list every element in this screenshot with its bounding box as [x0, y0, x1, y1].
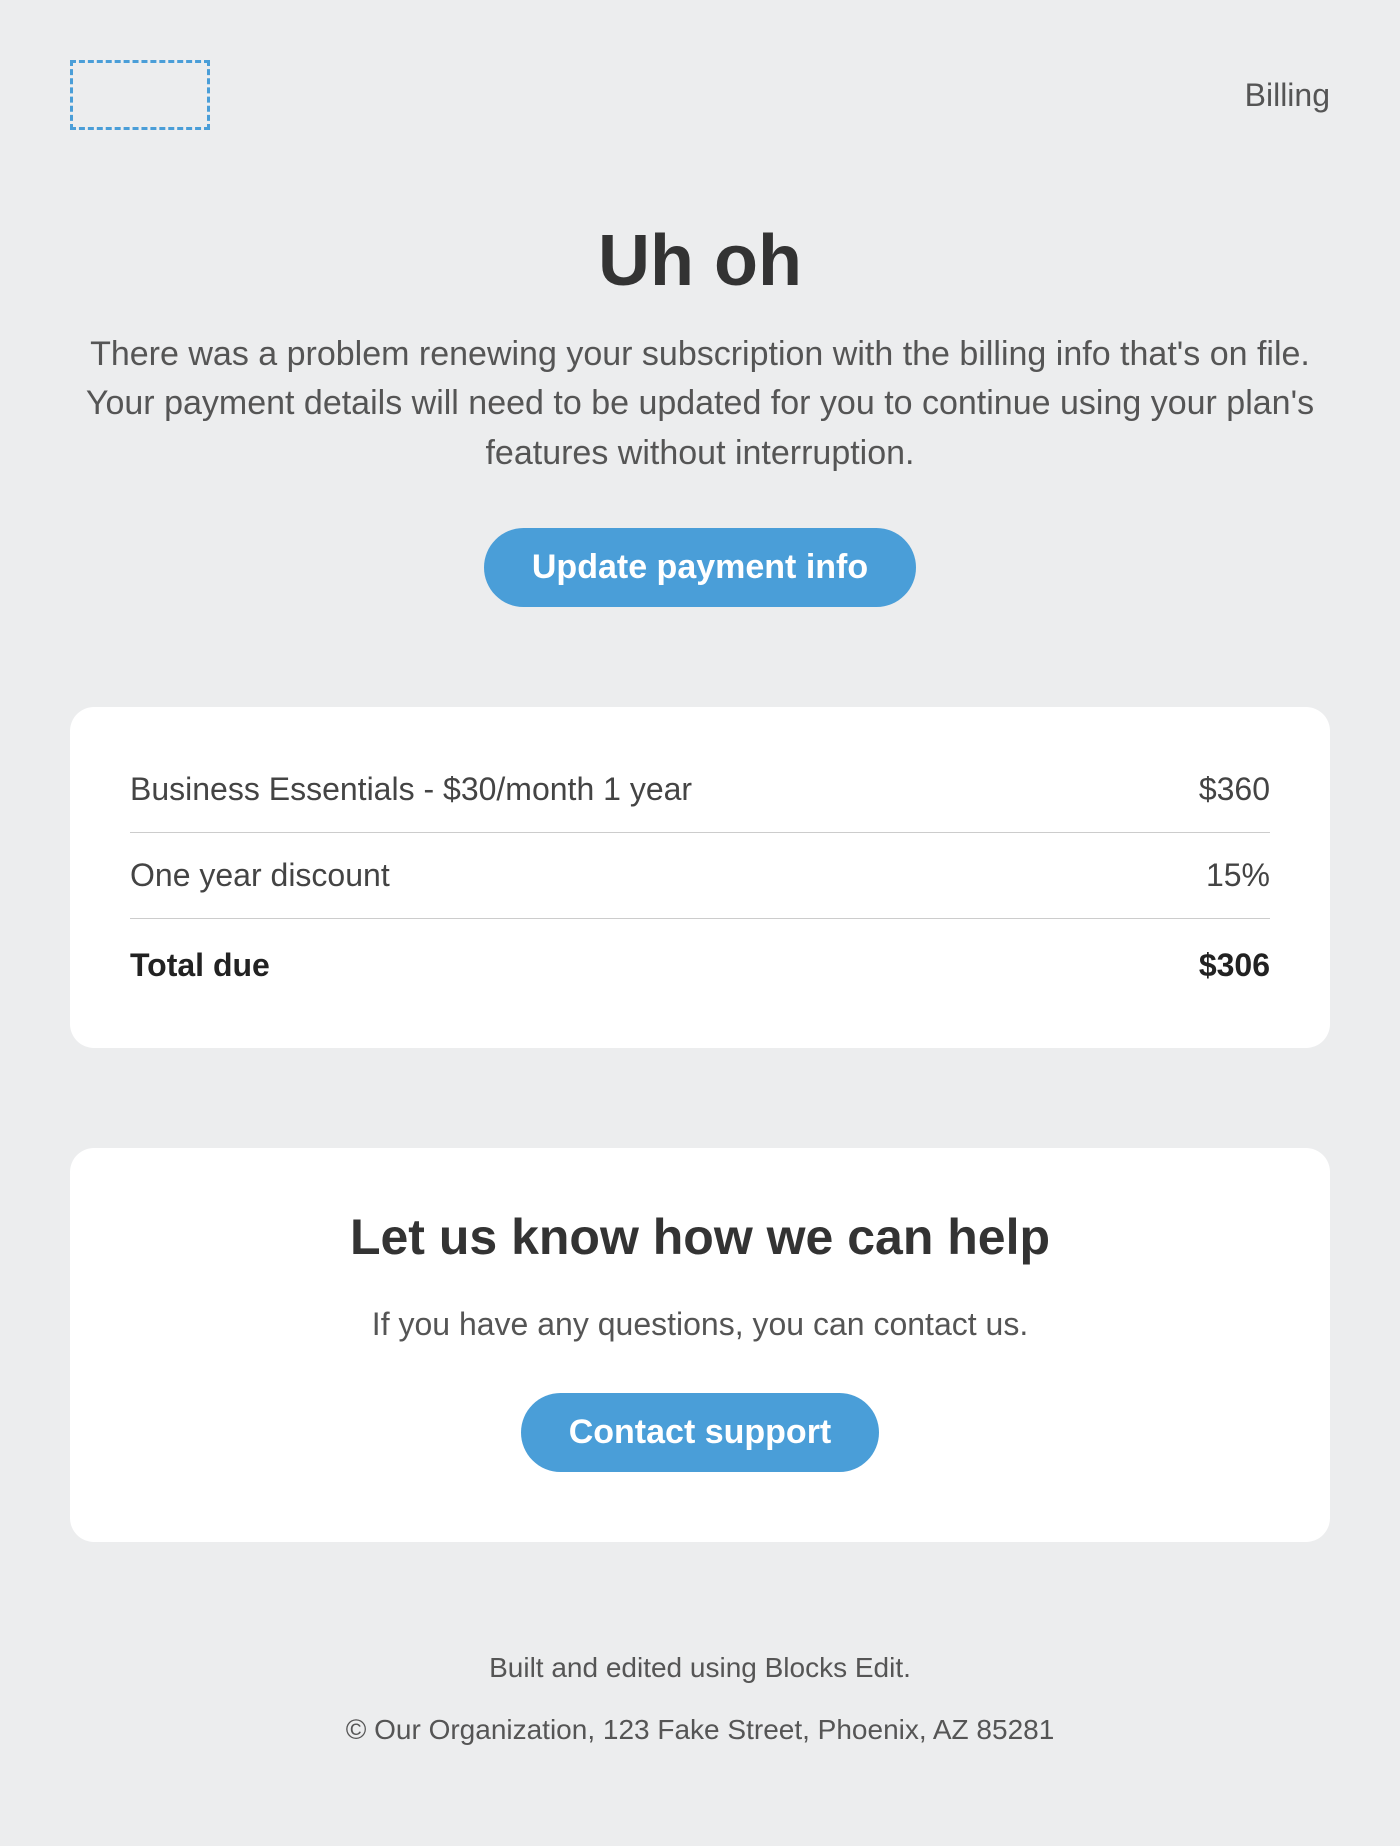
billing-total-row: Total due $306 [130, 919, 1270, 1008]
billing-item-label: One year discount [130, 857, 390, 894]
contact-support-button[interactable]: Contact support [521, 1393, 880, 1472]
help-card: Let us know how we can help If you have … [70, 1148, 1330, 1542]
hero-body: There was a problem renewing your subscr… [80, 330, 1320, 478]
billing-total-value: $306 [1199, 947, 1270, 984]
update-payment-button[interactable]: Update payment info [484, 528, 916, 607]
footer-credit: Built and edited using Blocks Edit. [70, 1652, 1330, 1684]
hero-title: Uh oh [70, 220, 1330, 302]
logo-placeholder [70, 60, 210, 130]
billing-item-label: Business Essentials - $30/month 1 year [130, 771, 692, 808]
billing-row: One year discount 15% [130, 833, 1270, 919]
billing-item-value: $360 [1199, 771, 1270, 808]
billing-card: Business Essentials - $30/month 1 year $… [70, 707, 1330, 1048]
billing-row: Business Essentials - $30/month 1 year $… [130, 747, 1270, 833]
help-title: Let us know how we can help [130, 1208, 1270, 1266]
hero-section: Uh oh There was a problem renewing your … [70, 220, 1330, 607]
footer: Built and edited using Blocks Edit. © Ou… [70, 1652, 1330, 1746]
header-label: Billing [1245, 77, 1330, 114]
footer-address: © Our Organization, 123 Fake Street, Pho… [70, 1714, 1330, 1746]
header: Billing [70, 60, 1330, 130]
billing-item-value: 15% [1206, 857, 1270, 894]
help-body: If you have any questions, you can conta… [130, 1306, 1270, 1343]
billing-total-label: Total due [130, 947, 270, 984]
